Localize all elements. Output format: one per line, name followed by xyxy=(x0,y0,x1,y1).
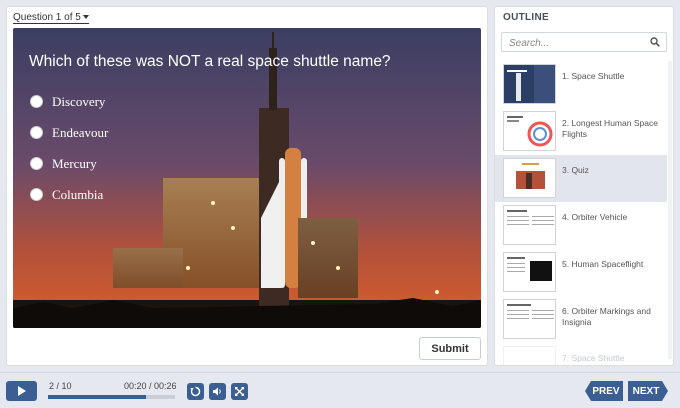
question-selector[interactable]: Question 1 of 5 xyxy=(13,12,89,24)
option-discovery[interactable]: Discovery xyxy=(30,86,108,117)
outline-item-space-shuttle-2[interactable]: 7. Space Shuttle xyxy=(495,343,667,365)
volume-icon xyxy=(213,387,221,396)
submit-button[interactable]: Submit xyxy=(419,337,481,360)
outline-item-label: 6. Orbiter Markings and Insignia xyxy=(562,306,651,327)
next-button[interactable]: NEXT xyxy=(628,381,668,401)
volume-button[interactable] xyxy=(209,383,226,400)
slide-thumbnail xyxy=(503,346,556,365)
chevron-down-icon xyxy=(82,15,89,20)
slide-thumbnail xyxy=(503,158,556,198)
player-controls: 2 / 10 00:20 / 00:26 PREV NEXT xyxy=(0,372,680,408)
search-input[interactable] xyxy=(502,34,642,53)
option-columbia[interactable]: Columbia xyxy=(30,179,108,210)
time-readout: 00:20 / 00:26 xyxy=(124,381,177,391)
option-mercury[interactable]: Mercury xyxy=(30,148,108,179)
outline-item-space-shuttle[interactable]: 1. Space Shuttle xyxy=(495,61,667,108)
radio-button[interactable] xyxy=(30,95,43,108)
prev-button[interactable]: PREV xyxy=(585,381,623,401)
seek-bar-fill xyxy=(48,395,146,399)
radio-button[interactable] xyxy=(30,157,43,170)
question-text: Which of these was NOT a real space shut… xyxy=(29,53,391,70)
outline-scrollbar[interactable] xyxy=(668,61,672,359)
outline-item-human-spaceflight[interactable]: 5. Human Spaceflight xyxy=(495,249,667,296)
outline-title: OUTLINE xyxy=(503,12,549,23)
slide-thumbnail xyxy=(503,205,556,245)
outline-item-quiz[interactable]: 3. Quiz xyxy=(495,155,667,202)
play-icon xyxy=(18,386,26,396)
outline-item-label: 7. Space Shuttle xyxy=(562,353,625,363)
slide-thumbnail xyxy=(503,64,556,104)
option-label: Endeavour xyxy=(52,124,109,140)
outline-list: 1. Space Shuttle 2. Longest Human Space … xyxy=(495,61,673,365)
seek-bar[interactable] xyxy=(48,395,175,399)
outline-item-orbiter-markings[interactable]: 6. Orbiter Markings and Insignia xyxy=(495,296,667,343)
radio-button[interactable] xyxy=(30,126,43,139)
slide-thumbnail xyxy=(503,252,556,292)
fullscreen-icon xyxy=(235,387,244,396)
replay-button[interactable] xyxy=(187,383,204,400)
option-label: Discovery xyxy=(52,93,106,109)
fullscreen-button[interactable] xyxy=(231,383,248,400)
answer-options: Discovery Endeavour Mercury Columbia xyxy=(30,86,108,210)
slide-stage: Which of these was NOT a real space shut… xyxy=(13,28,481,328)
outline-item-orbiter-vehicle[interactable]: 4. Orbiter Vehicle xyxy=(495,202,667,249)
outline-item-label: 5. Human Spaceflight xyxy=(562,259,644,269)
outline-item-label: 1. Space Shuttle xyxy=(562,71,625,81)
outline-item-label: 4. Orbiter Vehicle xyxy=(562,212,628,222)
option-label: Mercury xyxy=(52,155,97,171)
question-selector-label: Question 1 of 5 xyxy=(13,12,81,23)
slide-counter: 2 / 10 xyxy=(49,381,72,391)
option-label: Columbia xyxy=(52,186,104,202)
radio-button[interactable] xyxy=(30,188,43,201)
play-button[interactable] xyxy=(6,381,37,401)
outline-item-label: 2. Longest Human Space Flights xyxy=(562,118,658,139)
slide-thumbnail xyxy=(503,111,556,151)
search-icon[interactable] xyxy=(650,37,660,47)
outline-item-longest-flights[interactable]: 2. Longest Human Space Flights xyxy=(495,108,667,155)
outline-item-label: 3. Quiz xyxy=(562,165,589,175)
replay-icon xyxy=(190,386,201,397)
search-box xyxy=(501,32,667,53)
outline-panel: OUTLINE 1. Space Shuttle 2. Longest Huma… xyxy=(494,6,674,366)
slide-thumbnail xyxy=(503,299,556,339)
slide-panel: Question 1 of 5 Which of these was NOT a… xyxy=(6,6,488,366)
option-endeavour[interactable]: Endeavour xyxy=(30,117,108,148)
